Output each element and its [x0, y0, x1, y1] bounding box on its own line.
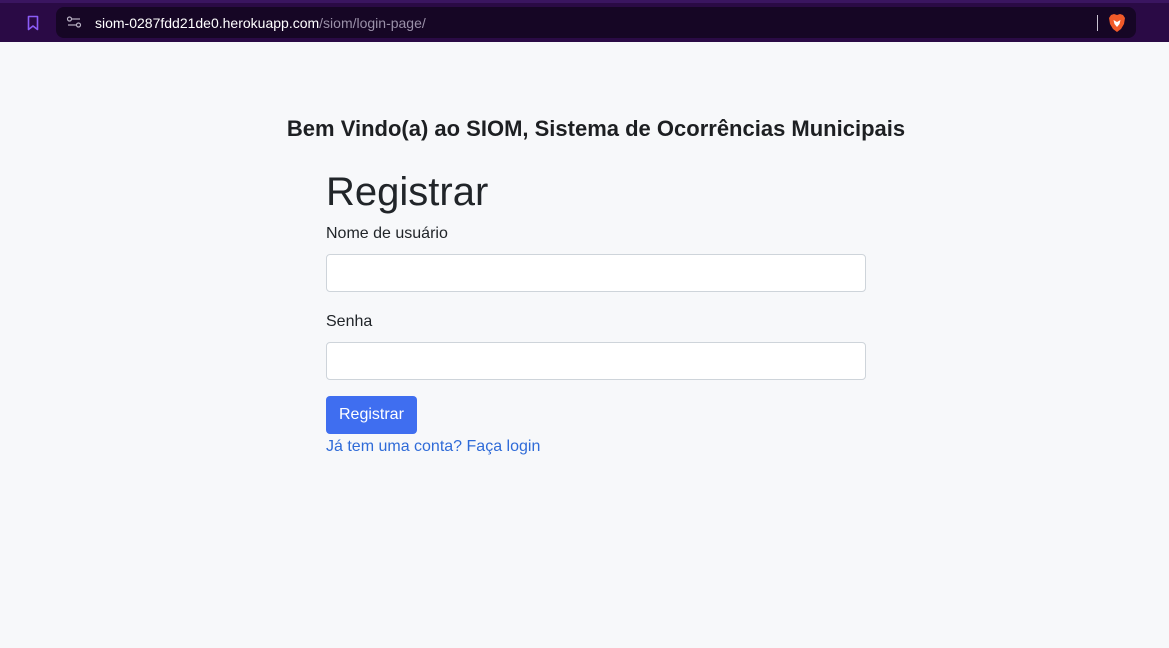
url-path: /siom/login-page/: [319, 15, 426, 31]
browser-toolbar: siom-0287fdd21de0.herokuapp.com/siom/log…: [0, 0, 1169, 42]
welcome-heading: Bem Vindo(a) ao SIOM, Sistema de Ocorrên…: [286, 116, 906, 141]
site-info-icon[interactable]: [66, 15, 82, 29]
form-title: Registrar: [326, 170, 489, 214]
password-field[interactable]: [326, 342, 866, 380]
username-field[interactable]: [326, 254, 866, 292]
password-label: Senha: [326, 313, 373, 330]
login-link[interactable]: Já tem uma conta? Faça login: [326, 438, 866, 456]
bookmark-icon[interactable]: [24, 13, 42, 33]
brave-shield-icon[interactable]: [1108, 13, 1126, 33]
address-divider: [1097, 15, 1098, 31]
url-domain: siom-0287fdd21de0.herokuapp.com: [95, 15, 320, 31]
register-button[interactable]: Registrar: [326, 396, 417, 434]
url-text[interactable]: siom-0287fdd21de0.herokuapp.com/siom/log…: [95, 15, 426, 31]
address-bar[interactable]: siom-0287fdd21de0.herokuapp.com/siom/log…: [56, 7, 1136, 38]
register-form: Registrar Nome de usuário Senha Registra…: [326, 168, 866, 456]
username-label: Nome de usuário: [326, 225, 448, 242]
